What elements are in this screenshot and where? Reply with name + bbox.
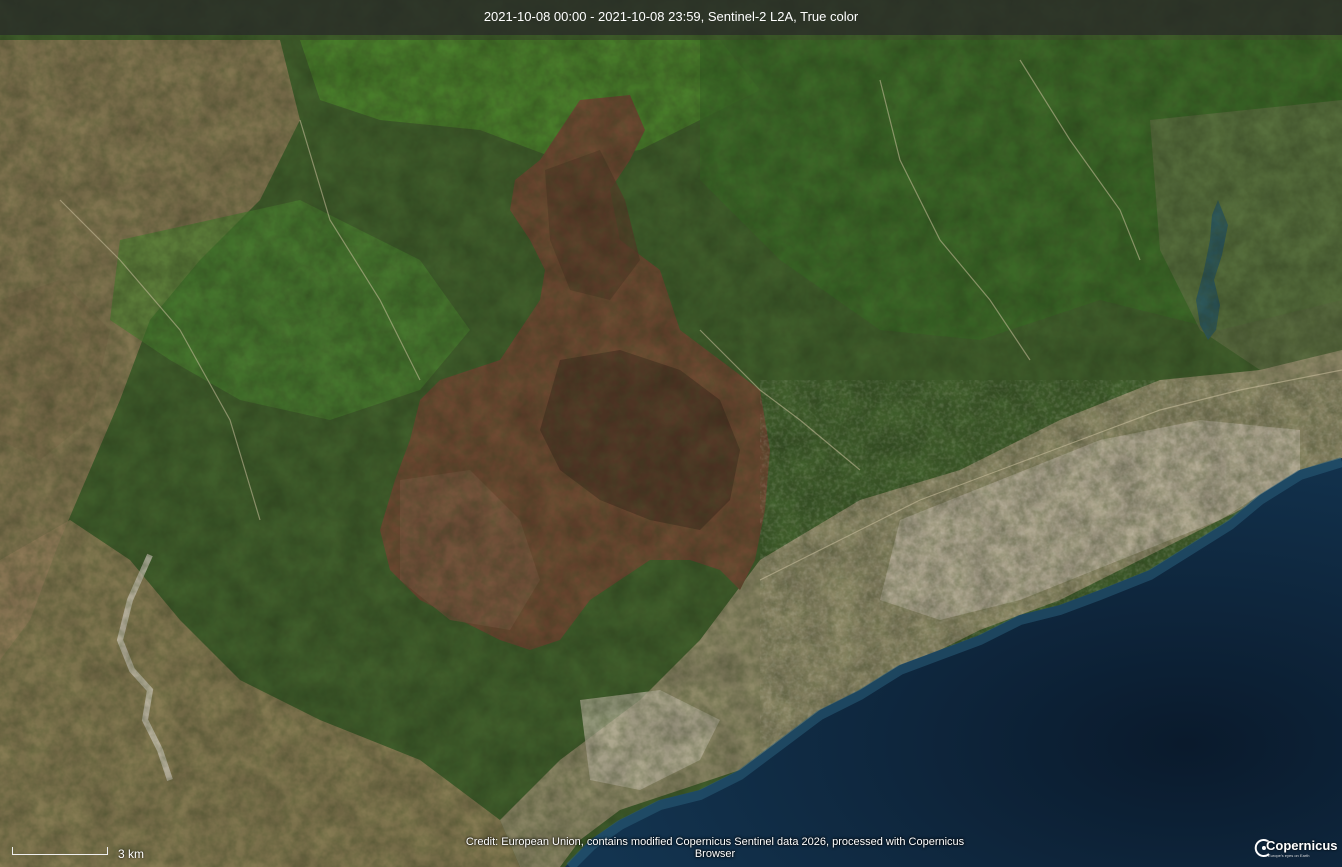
map-viewport[interactable]: 2021-10-08 00:00 - 2021-10-08 23:59, Sen… — [0, 0, 1342, 867]
scale-label: 3 km — [118, 847, 145, 861]
scale-bar: 3 km — [12, 843, 172, 863]
copernicus-logo-subtext: Europe's eyes on Earth — [1268, 853, 1310, 858]
imagery-title: 2021-10-08 00:00 - 2021-10-08 23:59, Sen… — [483, 9, 859, 24]
credit-text: Credit: European Union, contains modifie… — [465, 836, 965, 860]
scale-line — [12, 847, 108, 855]
copernicus-logo: Copernicus Europe's eyes on Earth — [1254, 836, 1338, 862]
imagery-title-bar: 2021-10-08 00:00 - 2021-10-08 23:59, Sen… — [0, 0, 1342, 35]
satellite-map[interactable] — [0, 0, 1342, 867]
copernicus-logo-text: Copernicus — [1266, 838, 1338, 853]
